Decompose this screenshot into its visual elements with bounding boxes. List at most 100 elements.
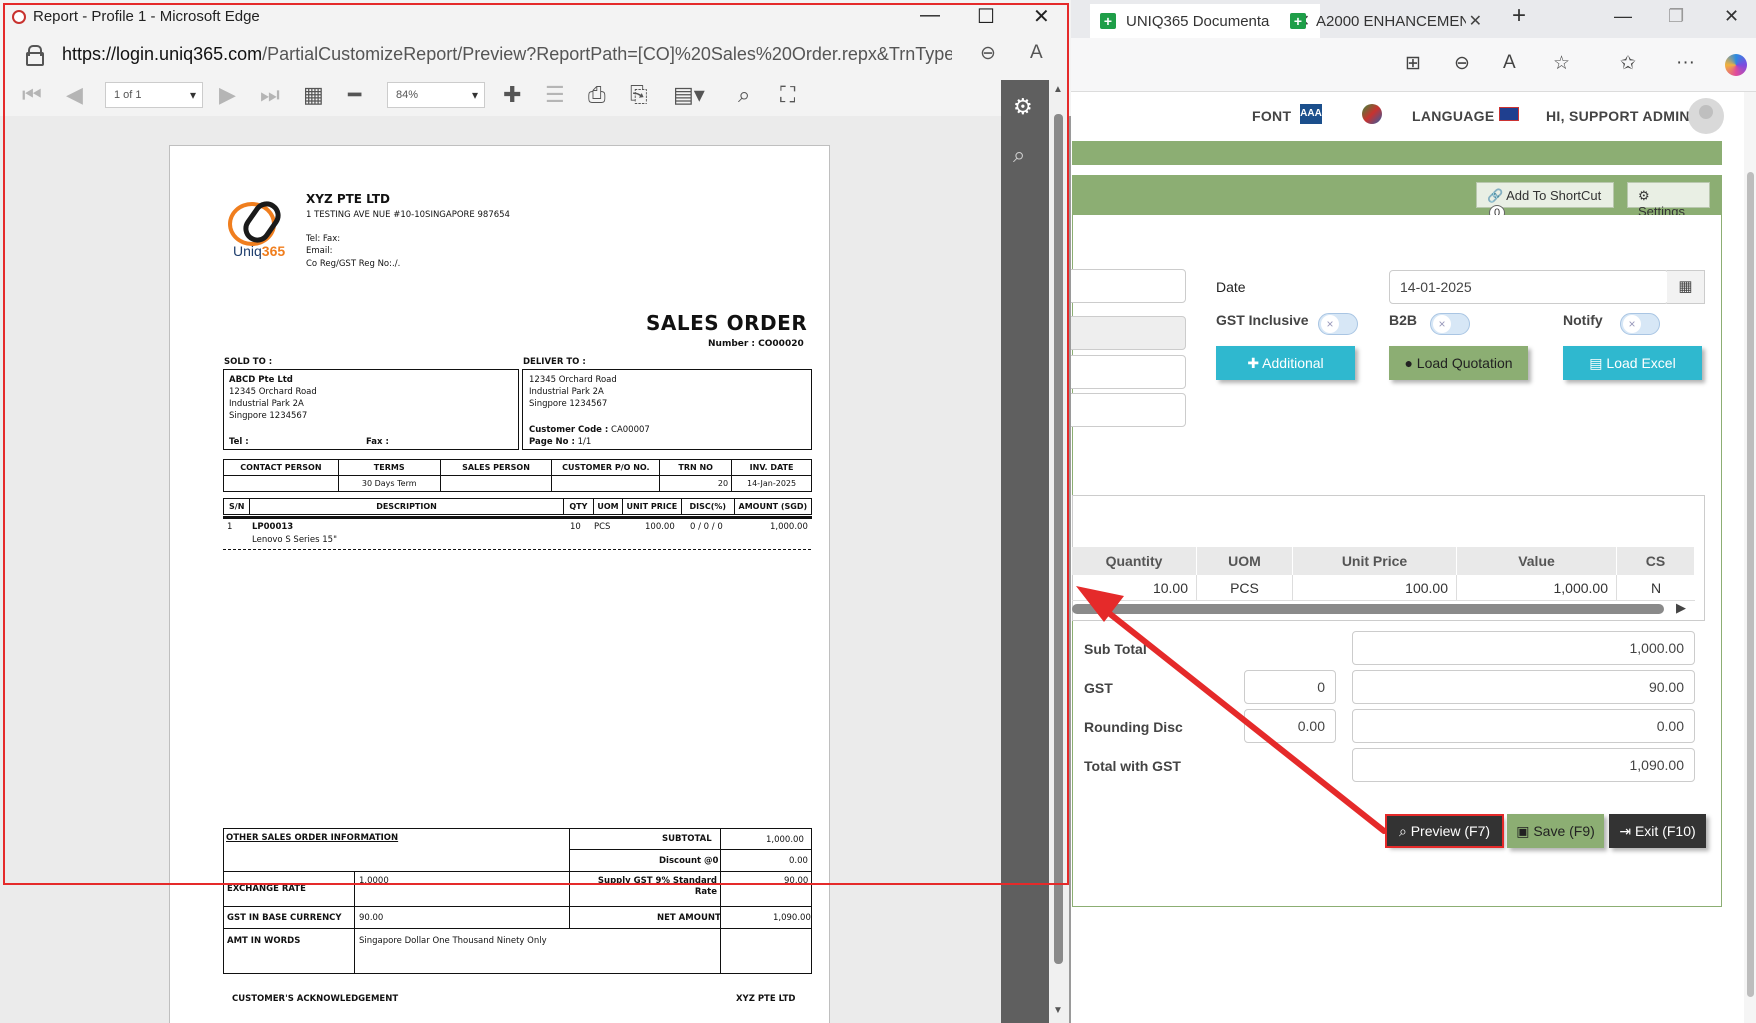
- amount-in-words-value: Singapore Dollar One Thousand Ninety Onl…: [359, 936, 547, 946]
- order-info-table: CONTACT PERSON TERMS SALES PERSON CUSTOM…: [223, 459, 812, 492]
- search-icon[interactable]: ⌕: [1013, 142, 1025, 168]
- fullscreen-icon[interactable]: ⛶: [780, 82, 795, 108]
- scroll-up-arrow-icon[interactable]: ▲: [1053, 84, 1063, 95]
- popup-title-bar: Report - Profile 1 - Microsoft Edge — ☐ …: [0, 0, 1071, 36]
- supply-gst-value: 90.00: [784, 876, 809, 886]
- next-page-icon[interactable]: ▶: [219, 82, 236, 108]
- gst-label: GST: [1084, 680, 1113, 696]
- preview-highlight-box: [1385, 814, 1504, 848]
- translate-icon[interactable]: [1362, 104, 1382, 124]
- user-greeting[interactable]: HI, SUPPORT ADMIN: [1546, 108, 1690, 124]
- col-cs[interactable]: CS: [1617, 547, 1695, 575]
- print-page-icon[interactable]: ⎘: [630, 82, 648, 108]
- col-quantity[interactable]: Quantity: [1072, 547, 1197, 575]
- read-aloud-icon[interactable]: A: [1030, 42, 1043, 64]
- scroll-down-arrow-icon[interactable]: ▼: [1053, 1005, 1063, 1016]
- amount-in-words-label: AMT IN WORDS: [227, 936, 301, 946]
- last-page-icon[interactable]: ⏭: [260, 82, 280, 108]
- gst-amount-field[interactable]: 90.00: [1352, 670, 1695, 704]
- read-aloud-icon[interactable]: A: [1503, 52, 1516, 74]
- popup-address-bar[interactable]: https://login.uniq365.com/PartialCustomi…: [0, 36, 1071, 74]
- settings-button[interactable]: ⚙ Settings: [1627, 182, 1710, 219]
- restore-button[interactable]: ❐: [1668, 6, 1684, 27]
- table-row[interactable]: 10.00 PCS 100.00 1,000.00 N: [1072, 575, 1695, 601]
- minimize-button[interactable]: —: [920, 4, 940, 27]
- sub-total-field[interactable]: 1,000.00: [1352, 631, 1695, 665]
- editing-fields-icon[interactable]: ☰: [545, 82, 565, 108]
- favorite-star-icon[interactable]: ☆: [1553, 52, 1570, 75]
- line-unit-price: 100.00: [645, 522, 675, 532]
- app-header: FONT LANGUAGE HI, SUPPORT ADMIN: [1060, 92, 1756, 140]
- grid-header: Quantity UOM Unit Price Value CS: [1072, 547, 1695, 575]
- notify-toggle[interactable]: [1620, 313, 1660, 335]
- multi-page-icon[interactable]: ▦: [303, 82, 324, 108]
- report-side-panel: ⚙ ⌕: [1001, 80, 1049, 1023]
- additional-button[interactable]: ✚ Additional: [1216, 346, 1355, 380]
- tab-a2000-enhancement[interactable]: + A2000 ENHANCEMEN ✕: [1280, 4, 1492, 38]
- gst-rate-field[interactable]: 0: [1244, 670, 1336, 704]
- rounding-disc-left-field[interactable]: 0.00: [1244, 709, 1336, 743]
- first-page-icon[interactable]: ⏮: [22, 82, 42, 108]
- col-value[interactable]: Value: [1457, 547, 1617, 575]
- copilot-icon[interactable]: [1725, 54, 1747, 76]
- font-size-icon[interactable]: AAA: [1300, 104, 1322, 124]
- load-excel-button[interactable]: ▤ Load Excel: [1563, 346, 1702, 380]
- avatar[interactable]: [1688, 98, 1724, 134]
- calendar-icon[interactable]: ▦: [1667, 270, 1705, 304]
- search-icon[interactable]: ⌕: [738, 82, 750, 108]
- page-scroll-thumb[interactable]: [1747, 172, 1754, 997]
- zoom-out-icon[interactable]: ⊖: [1454, 52, 1470, 75]
- file-icon: ▤: [1589, 355, 1603, 371]
- gear-icon: ⚙: [1638, 188, 1650, 203]
- rounding-disc-right-field[interactable]: 0.00: [1352, 709, 1695, 743]
- close-window-button[interactable]: ✕: [1033, 4, 1050, 29]
- total-with-gst-field[interactable]: 1,090.00: [1352, 748, 1695, 782]
- apps-icon[interactable]: ⊞: [1405, 52, 1421, 75]
- new-tab-button[interactable]: +: [1512, 2, 1526, 30]
- maximize-button[interactable]: ☐: [977, 4, 995, 29]
- subtotal-value: 1,000.00: [766, 835, 804, 845]
- zoom-in-icon[interactable]: ✚: [503, 82, 521, 108]
- font-label[interactable]: FONT: [1252, 108, 1291, 124]
- line-qty: 10: [570, 522, 581, 532]
- viewer-vertical-scrollbar[interactable]: ▲ ▼: [1049, 80, 1069, 1023]
- export-icon[interactable]: ▤▾: [673, 82, 705, 108]
- customer-acknowledgement-label: CUSTOMER'S ACKNOWLEDGEMENT: [232, 994, 399, 1004]
- exit-button[interactable]: ⇥ Exit (F10): [1609, 814, 1706, 848]
- print-icon[interactable]: ⎙: [588, 82, 606, 108]
- sold-to-label: SOLD TO :: [224, 357, 273, 367]
- line-amount: 1,000.00: [770, 522, 808, 532]
- acknowledgement-company: XYZ PTE LTD: [736, 994, 796, 1004]
- popup-url[interactable]: https://login.uniq365.com/PartialCustomi…: [62, 44, 952, 65]
- grid-horizontal-scrollbar[interactable]: [1072, 604, 1664, 614]
- col-unit-price[interactable]: Unit Price: [1293, 547, 1457, 575]
- play-circle-icon: ●: [1404, 355, 1413, 371]
- date-input[interactable]: 14-01-2025: [1389, 270, 1669, 304]
- language-label[interactable]: LANGUAGE: [1412, 108, 1495, 124]
- line-description: Lenovo S Series 15": [252, 535, 337, 545]
- uk-flag-icon[interactable]: [1499, 107, 1519, 121]
- date-label: Date: [1216, 279, 1246, 295]
- gear-icon[interactable]: ⚙: [1013, 94, 1033, 120]
- previous-page-icon[interactable]: ◀: [66, 82, 83, 108]
- lock-icon[interactable]: [26, 45, 44, 66]
- close-window-button[interactable]: ✕: [1724, 6, 1739, 27]
- load-quotation-button[interactable]: ● Load Quotation: [1389, 346, 1528, 380]
- close-tab-icon[interactable]: ✕: [1469, 11, 1482, 31]
- zoom-icon[interactable]: ⊖: [980, 42, 996, 65]
- gst-inclusive-toggle[interactable]: [1318, 313, 1358, 335]
- col-uom[interactable]: UOM: [1197, 547, 1293, 575]
- gst-inclusive-label: GST Inclusive: [1216, 312, 1309, 328]
- scroll-right-arrow-icon[interactable]: ▶: [1676, 600, 1686, 616]
- zoom-out-icon[interactable]: ━: [348, 82, 361, 108]
- add-shortcut-button[interactable]: 🔗 Add To ShortCut 0: [1476, 182, 1614, 221]
- page-selector[interactable]: 1 of 1: [105, 82, 203, 108]
- favorites-icon[interactable]: ✩: [1620, 52, 1636, 75]
- more-menu-icon[interactable]: ···: [1676, 52, 1695, 74]
- b2b-toggle[interactable]: [1430, 313, 1470, 335]
- save-button[interactable]: ▣ Save (F9): [1507, 814, 1604, 848]
- minimize-button[interactable]: —: [1614, 6, 1632, 27]
- sold-to-fax: Fax :: [366, 437, 389, 447]
- zoom-selector[interactable]: 84%: [387, 82, 485, 108]
- viewer-scroll-thumb[interactable]: [1054, 114, 1063, 964]
